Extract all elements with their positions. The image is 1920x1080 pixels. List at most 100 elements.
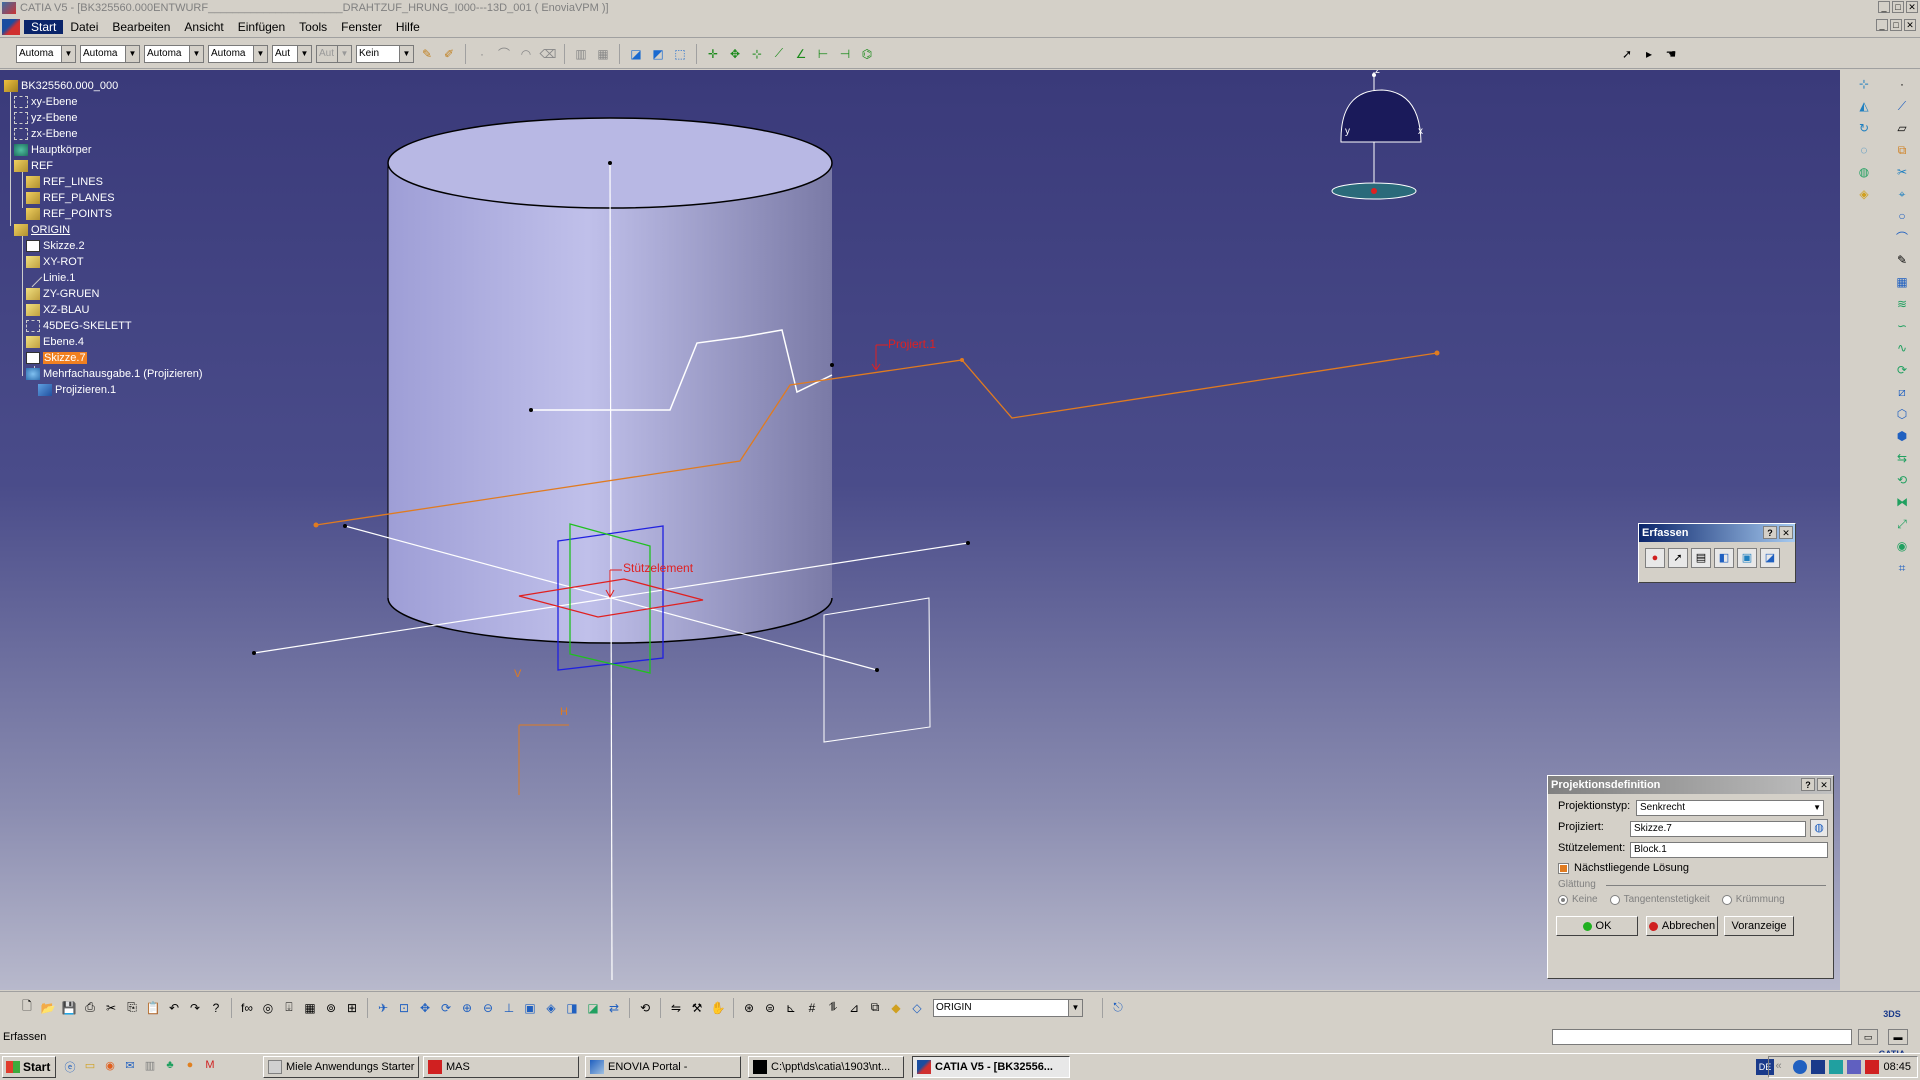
rotate-view-icon[interactable]: ⟳ [437,999,455,1017]
whats-this-icon[interactable]: ? [207,999,225,1017]
scale-icon[interactable]: ⤢ [1892,515,1912,533]
menu-bearbeiten[interactable]: Bearbeiten [105,20,177,34]
sketch-analysis-icon[interactable]: ⊿ [845,999,863,1017]
update-tray-icon[interactable] [1847,1060,1862,1074]
firefox-icon[interactable]: ◉ [102,1059,118,1075]
eraser-icon[interactable]: ⌫ [539,45,557,63]
tree-node-xy-rot[interactable]: XY-ROT [26,254,84,270]
menu-hilfe[interactable]: Hilfe [389,20,427,34]
task-miele-starter[interactable]: Miele Anwendungs Starter [263,1056,419,1078]
sweep-icon[interactable]: ◌ [1854,141,1874,159]
line-weight-combo[interactable]: Automa ▼ [144,44,204,63]
symmetry-icon[interactable]: ⧓ [1892,493,1912,511]
point-type-combo[interactable]: Aut ▼ [272,44,312,63]
law-icon[interactable]: ⌗ [1892,559,1912,577]
network-icon[interactable] [1793,1060,1808,1074]
graphic-properties-icon[interactable]: ✐ [440,45,458,63]
multi-selection-icon[interactable]: ◍ [1810,819,1828,837]
hammer-icon[interactable]: ⚒ [688,999,706,1017]
axis-system-tool-icon[interactable]: ⊛ [740,999,758,1017]
minimize-button[interactable]: _ [1878,1,1890,13]
point-create-icon[interactable]: · [1892,75,1912,93]
constraint-icon[interactable]: ⊣ [836,45,854,63]
angle-icon[interactable]: ∠ [792,45,810,63]
constraint-tool-icon[interactable]: ⇋ [667,999,685,1017]
task-mas[interactable]: MAS [423,1056,579,1078]
cut-icon[interactable]: ✂ [102,999,120,1017]
help-button[interactable]: ? [1801,778,1815,791]
ok-button[interactable]: OK [1556,916,1638,936]
command-input[interactable] [1552,1029,1852,1045]
tree-node-zy-gruen[interactable]: ZY-GRUEN [26,286,99,302]
power-input-icon[interactable]: ▭ [1858,1029,1878,1045]
color-combo[interactable]: Automa ▼ [16,44,76,63]
fill-icon[interactable]: ◍ [1854,163,1874,181]
snap-icon[interactable]: ⊾ [782,999,800,1017]
expand-arrow-icon[interactable]: ▸ [1640,45,1658,63]
tray-expand-icon[interactable]: « [1775,1060,1789,1074]
select-arrow-icon[interactable]: ➚ [1618,45,1636,63]
sync-icon[interactable] [1829,1060,1844,1074]
tree-app-icon[interactable]: ♣ [162,1059,178,1075]
law-table-icon[interactable]: ⊞ [343,999,361,1017]
loft-icon[interactable]: ◈ [1854,185,1874,203]
security-icon[interactable] [1865,1060,1880,1074]
tree-node-45deg-skelett[interactable]: 45DEG-SKELETT [26,318,132,334]
smoothing-tangent-radio[interactable] [1609,894,1620,905]
fly-mode-icon[interactable]: ✈ [374,999,392,1017]
compass-move-icon[interactable]: ✛ [704,45,722,63]
point-tool-icon[interactable]: ⊹ [1854,75,1874,93]
translate-icon[interactable]: ⇆ [1892,449,1912,467]
cancel-button[interactable]: Abbrechen [1646,916,1718,936]
new-file-icon[interactable]: 🗋 [18,999,36,1017]
helix-icon[interactable]: ⟳ [1892,361,1912,379]
dimension-icon[interactable]: ⊢ [814,45,832,63]
ie-icon[interactable]: ⓔ [62,1059,78,1075]
corner-icon[interactable]: ⌒ [1892,229,1912,247]
smoothing-curvature-radio[interactable] [1721,894,1732,905]
extrude-icon[interactable]: ◭ [1854,97,1874,115]
tree-node-xy-plane[interactable]: xy-Ebene [14,94,77,110]
transparency-combo[interactable]: Automa ▼ [80,44,140,63]
tree-node-main-body[interactable]: Hauptkörper [14,142,92,158]
task-command-prompt[interactable]: C:\ppt\ds\catia\1903\nt... [748,1056,904,1078]
record-icon[interactable]: ● [1645,548,1665,568]
help-button[interactable]: ? [1763,526,1777,539]
smoothing-none-radio[interactable] [1558,894,1568,905]
catia-logo-icon[interactable] [2,18,20,35]
menu-tools[interactable]: Tools [292,20,334,34]
globe-icon[interactable]: ◉ [1892,537,1912,555]
tree-node-multi-output[interactable]: Mehrfachausgabe.1 (Projizieren) [26,366,203,382]
redo-icon[interactable]: ↷ [186,999,204,1017]
swap-space-icon[interactable]: ⇄ [605,999,623,1017]
copy-icon[interactable]: ⎘ [123,999,141,1017]
tree-node-origin[interactable]: ORIGIN [14,222,70,238]
doc-restore-button[interactable]: □ [1890,19,1902,31]
revolve-icon[interactable]: ↻ [1854,119,1874,137]
iso-view-icon[interactable]: ◈ [542,999,560,1017]
offset-icon[interactable]: ⧄ [1892,383,1912,401]
app-launcher-icon[interactable]: ▥ [142,1059,158,1075]
menu-ansicht[interactable]: Ansicht [177,20,230,34]
grid-snap-icon[interactable]: # [803,999,821,1017]
mail-app-icon[interactable]: M [202,1059,218,1075]
fit-all-icon[interactable]: ⊡ [395,999,413,1017]
split-icon[interactable]: ✂ [1892,163,1912,181]
circle-icon[interactable]: ○ [1892,207,1912,225]
snap-point-icon[interactable]: ✥ [726,45,744,63]
undo-icon[interactable]: ↶ [165,999,183,1017]
workbench-icon[interactable]: ◩ [649,45,667,63]
preview-button[interactable]: Voranzeige [1724,916,1794,936]
nearest-solution-row[interactable]: Nächstliegende Lösung [1558,862,1689,874]
tree-node-ref-lines[interactable]: REF_LINES [26,174,103,190]
tree-node-line-1[interactable]: Linie.1 [23,268,75,288]
trim-icon[interactable]: ⌖ [1892,185,1912,203]
line-tool-icon[interactable]: ⟋ [770,45,788,63]
menu-fenster[interactable]: Fenster [334,20,389,34]
design-table-icon[interactable]: ▦ [301,999,319,1017]
capture-3d-icon[interactable]: ◧ [1714,548,1734,568]
erfassen-title-bar[interactable]: Erfassen ? ✕ [1639,524,1795,542]
menu-start[interactable]: Start [24,19,64,34]
parallel-curve-icon[interactable]: ≋ [1892,295,1912,313]
vpn-icon[interactable] [1811,1060,1826,1074]
